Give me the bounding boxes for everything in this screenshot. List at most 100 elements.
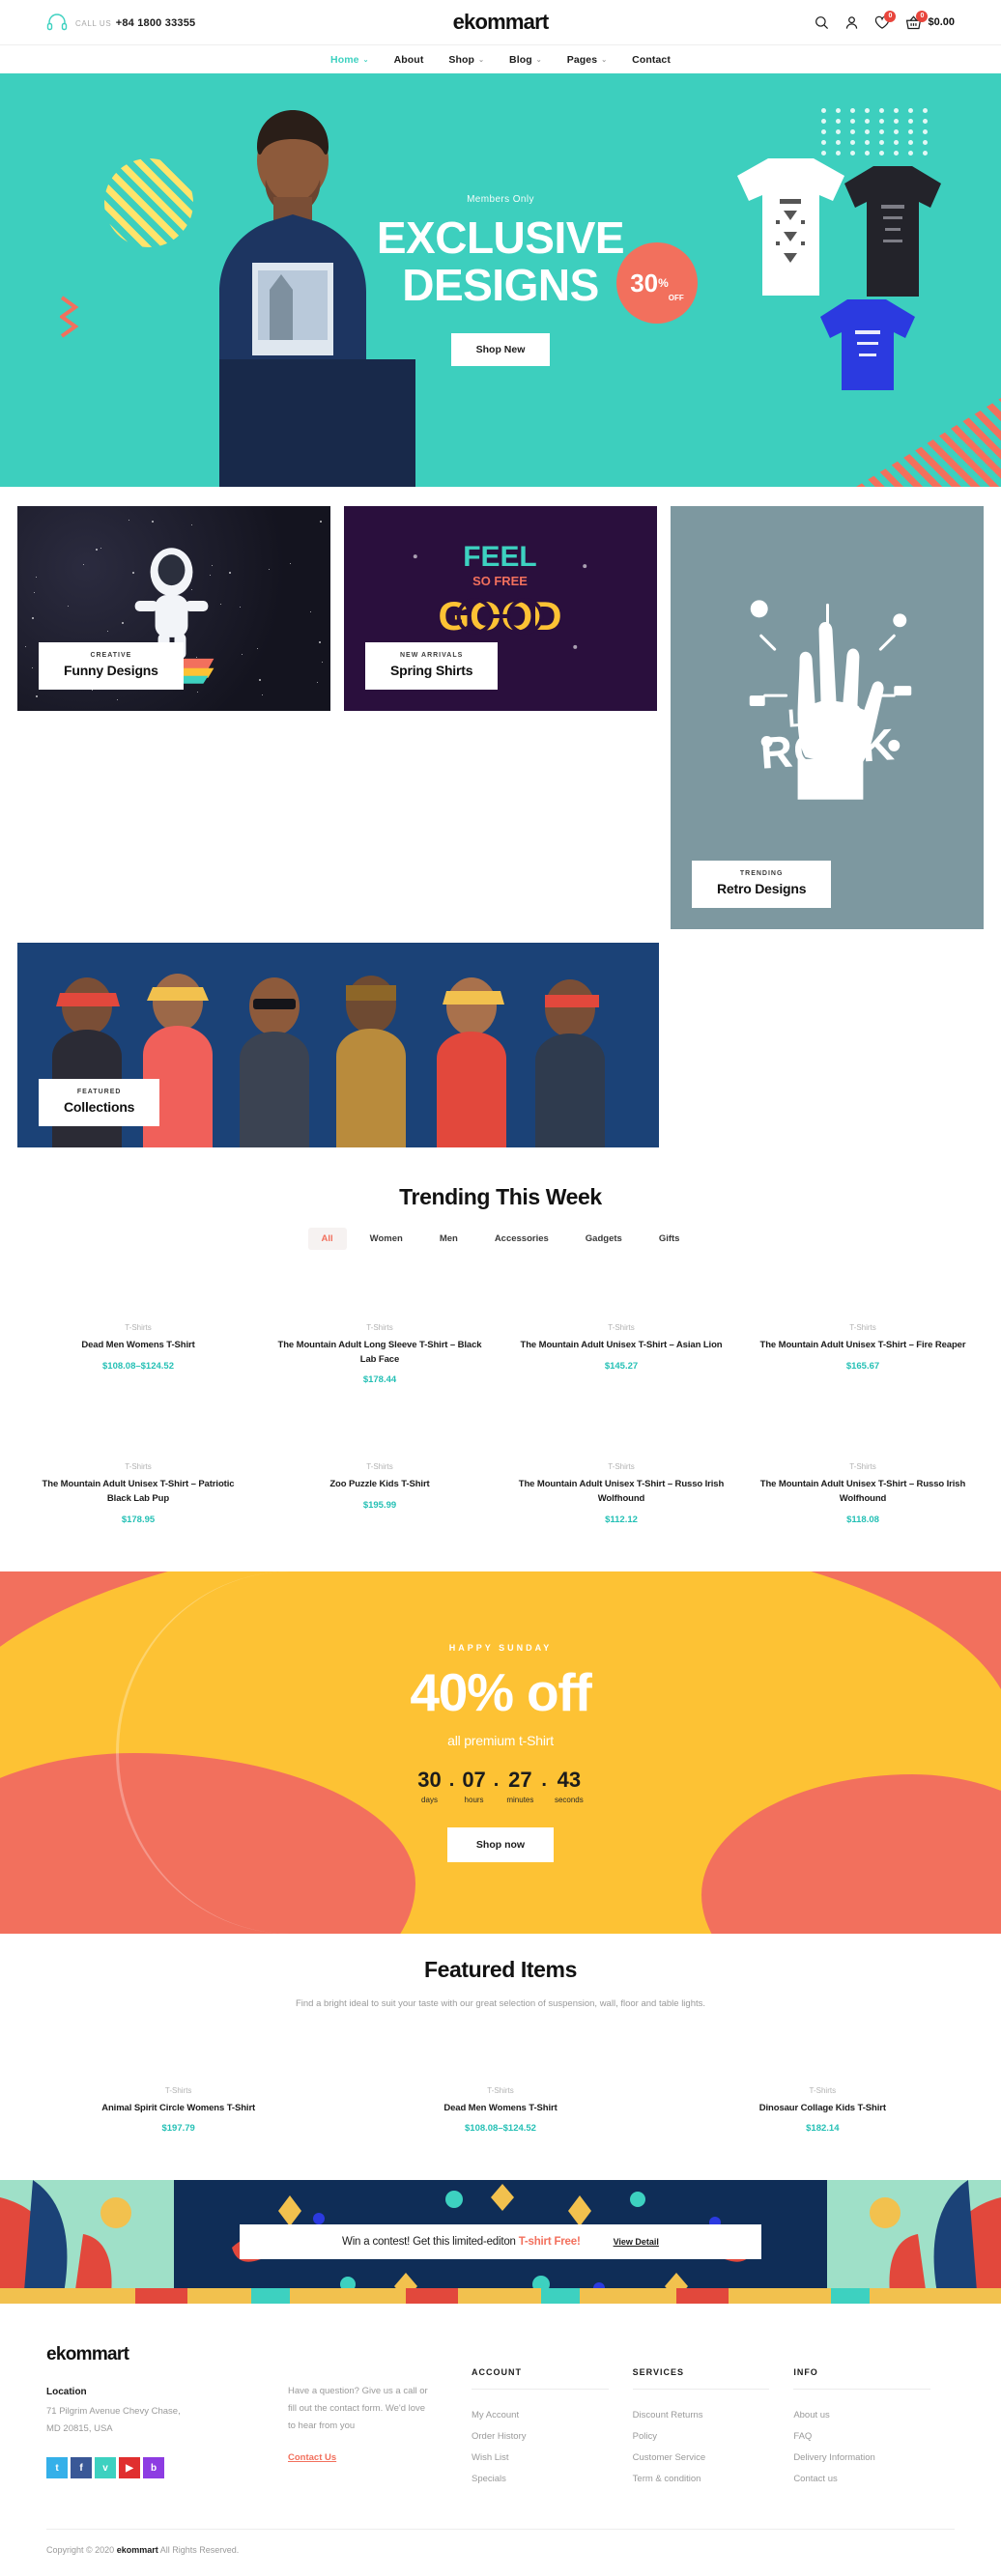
product-price: $178.44: [274, 1374, 485, 1385]
hero-shop-button[interactable]: Shop New: [451, 333, 551, 366]
site-logo[interactable]: ekommart: [453, 10, 549, 35]
countdown-unit-minutes: 27 minutes: [506, 1769, 533, 1804]
behance-icon[interactable]: b: [143, 2457, 164, 2478]
product-name[interactable]: Dinosaur Collage Kids T-Shirt: [677, 2102, 968, 2116]
product-card[interactable]: T-Shirts Dead Men Womens T-Shirt $108.08–$…: [339, 2030, 661, 2156]
product-card[interactable]: T-Shirts The Mountain Adult Unisex T-Shir…: [17, 1406, 259, 1545]
nav-item-pages[interactable]: Pages ⌄: [567, 54, 607, 66]
promo-shop-now-button[interactable]: Shop now: [447, 1827, 554, 1862]
filter-tab-men[interactable]: Men: [426, 1228, 472, 1250]
footer-link[interactable]: About us: [793, 2405, 955, 2426]
category-name: Spring Shirts: [390, 663, 472, 678]
category-card-retro-designs[interactable]: LET'S ROCK TRENDING Retro Designs: [671, 506, 984, 929]
category-card-funny-designs[interactable]: CREATIVE Funny Designs: [17, 506, 330, 711]
cart-total: $0.00: [928, 16, 955, 28]
address-line-1: 71 Pilgrim Avenue Chevy Chase,: [46, 2406, 181, 2417]
product-name[interactable]: The Mountain Adult Unisex T-Shirt – Patr…: [33, 1478, 243, 1506]
product-name[interactable]: Dead Men Womens T-Shirt: [355, 2102, 645, 2116]
footer-location-title: Location: [46, 2387, 288, 2397]
footer-link[interactable]: My Account: [472, 2405, 633, 2426]
facebook-icon[interactable]: f: [71, 2457, 92, 2478]
filter-tab-gifts[interactable]: Gifts: [645, 1228, 694, 1250]
product-name[interactable]: The Mountain Adult Unisex T-Shirt – Fire…: [758, 1339, 968, 1353]
contest-text-highlight: T-shirt Free!: [519, 2236, 581, 2248]
product-card[interactable]: T-Shirts The Mountain Adult Unisex T-Shir…: [500, 1406, 742, 1545]
product-card[interactable]: T-Shirts The Mountain Adult Unisex T-Shir…: [742, 1406, 984, 1545]
contest-view-detail-link[interactable]: View Detail: [614, 2237, 659, 2247]
product-category: T-Shirts: [33, 2086, 324, 2095]
nav-item-blog[interactable]: Blog ⌄: [509, 54, 542, 66]
nav-item-shop[interactable]: Shop ⌄: [448, 54, 484, 66]
product-card[interactable]: T-Shirts Zoo Puzzle Kids T-Shirt $195.99: [259, 1406, 500, 1545]
nav-item-label: Pages: [567, 54, 597, 66]
footer-link[interactable]: Policy: [633, 2426, 794, 2448]
product-card-body[interactable]: T-Shirts The Mountain Adult Unisex T-Shir…: [742, 1267, 984, 1393]
footer-column-divider: [472, 2389, 609, 2390]
footer-link[interactable]: Order History: [472, 2426, 633, 2448]
footer-logo[interactable]: ekommart: [46, 2344, 288, 2365]
chevron-down-icon: ⌄: [363, 56, 369, 64]
nav-item-about[interactable]: About: [394, 54, 424, 66]
product-card-body[interactable]: T-Shirts Dead Men Womens T-Shirt $108.08–$…: [17, 1267, 259, 1393]
product-name[interactable]: The Mountain Adult Unisex T-Shirt – Russ…: [758, 1478, 968, 1506]
category-sublabel: TRENDING: [717, 870, 806, 877]
footer-link[interactable]: Specials: [472, 2469, 633, 2490]
cart-group[interactable]: 0 $0.00: [905, 15, 955, 30]
youtube-icon[interactable]: ▶: [119, 2457, 140, 2478]
product-name[interactable]: The Mountain Adult Unisex T-Shirt – Asia…: [516, 1339, 727, 1353]
search-icon[interactable]: [815, 15, 829, 30]
product-card-body[interactable]: T-Shirts The Mountain Adult Unisex T-Shir…: [500, 1406, 742, 1545]
product-card-body[interactable]: T-Shirts The Mountain Adult Unisex T-Shir…: [500, 1267, 742, 1393]
filter-tab-accessories[interactable]: Accessories: [481, 1228, 562, 1250]
wishlist-icon[interactable]: 0: [874, 15, 890, 30]
nav-item-label: Contact: [632, 54, 671, 66]
countdown-value: 43: [555, 1769, 584, 1791]
product-card-body[interactable]: T-Shirts The Mountain Adult Unisex T-Shir…: [17, 1406, 259, 1545]
product-card-body[interactable]: T-Shirts Dead Men Womens T-Shirt $108.08–$…: [339, 2030, 661, 2156]
product-category: T-Shirts: [758, 1462, 968, 1471]
product-card-body[interactable]: T-Shirts Dinosaur Collage Kids T-Shirt $18…: [662, 2030, 984, 2156]
product-thumbnail: [677, 2040, 968, 2086]
countdown-separator: .: [449, 1769, 455, 1790]
user-icon[interactable]: [844, 15, 859, 30]
category-grid: CREATIVE Funny Designs FEEL SO FREE GOOD…: [0, 487, 1001, 1147]
product-name[interactable]: Dead Men Womens T-Shirt: [33, 1339, 243, 1353]
vimeo-icon[interactable]: v: [95, 2457, 116, 2478]
product-card[interactable]: T-Shirts The Mountain Adult Long Sleeve T…: [259, 1267, 500, 1406]
footer-contact-us-link[interactable]: Contact Us: [288, 2452, 336, 2463]
footer-link[interactable]: Customer Service: [633, 2448, 794, 2469]
footer-link[interactable]: Discount Returns: [633, 2405, 794, 2426]
product-thumbnail: [758, 1277, 968, 1323]
footer-link[interactable]: Contact us: [793, 2469, 955, 2490]
product-name[interactable]: Animal Spirit Circle Womens T-Shirt: [33, 2102, 324, 2116]
nav-item-contact[interactable]: Contact: [632, 54, 671, 66]
category-card-spring-shirts[interactable]: FEEL SO FREE GOOD NEW ARRIVALS Spring Sh…: [344, 506, 657, 711]
nav-item-home[interactable]: Home ⌄: [330, 54, 369, 66]
filter-tab-women[interactable]: Women: [357, 1228, 416, 1250]
category-card-collections[interactable]: FEATURED Collections: [17, 943, 659, 1147]
filter-tab-all[interactable]: All: [308, 1228, 347, 1250]
twitter-icon[interactable]: t: [46, 2457, 68, 2478]
product-card[interactable]: T-Shirts The Mountain Adult Unisex T-Shir…: [500, 1267, 742, 1406]
product-card-body[interactable]: T-Shirts The Mountain Adult Long Sleeve T…: [259, 1267, 500, 1406]
product-price: $165.67: [758, 1361, 968, 1372]
filter-tab-gadgets[interactable]: Gadgets: [572, 1228, 636, 1250]
footer-link[interactable]: Term & condition: [633, 2469, 794, 2490]
product-category: T-Shirts: [758, 1323, 968, 1332]
product-card[interactable]: T-Shirts Dead Men Womens T-Shirt $108.08–$…: [17, 1267, 259, 1406]
product-card-body[interactable]: T-Shirts Animal Spirit Circle Womens T-Sh…: [17, 2030, 339, 2156]
basket-icon[interactable]: 0: [905, 15, 922, 30]
footer-link[interactable]: FAQ: [793, 2426, 955, 2448]
product-card[interactable]: T-Shirts Dinosaur Collage Kids T-Shirt $18…: [662, 2030, 984, 2156]
footer-link[interactable]: Delivery Information: [793, 2448, 955, 2469]
product-card-body[interactable]: T-Shirts Zoo Puzzle Kids T-Shirt $195.99: [259, 1406, 500, 1532]
footer-column-services: SERVICES Discount Returns Policy Customer S…: [633, 2367, 794, 2489]
product-name[interactable]: The Mountain Adult Unisex T-Shirt – Russ…: [516, 1478, 727, 1506]
footer-link[interactable]: Wish List: [472, 2448, 633, 2469]
product-card[interactable]: T-Shirts The Mountain Adult Unisex T-Shir…: [742, 1267, 984, 1406]
product-card-body[interactable]: T-Shirts The Mountain Adult Unisex T-Shir…: [742, 1406, 984, 1545]
product-name[interactable]: The Mountain Adult Long Sleeve T-Shirt –…: [274, 1339, 485, 1367]
phone-number[interactable]: +84 1800 33355: [116, 17, 196, 29]
product-card[interactable]: T-Shirts Animal Spirit Circle Womens T-Sh…: [17, 2030, 339, 2156]
product-name[interactable]: Zoo Puzzle Kids T-Shirt: [274, 1478, 485, 1492]
